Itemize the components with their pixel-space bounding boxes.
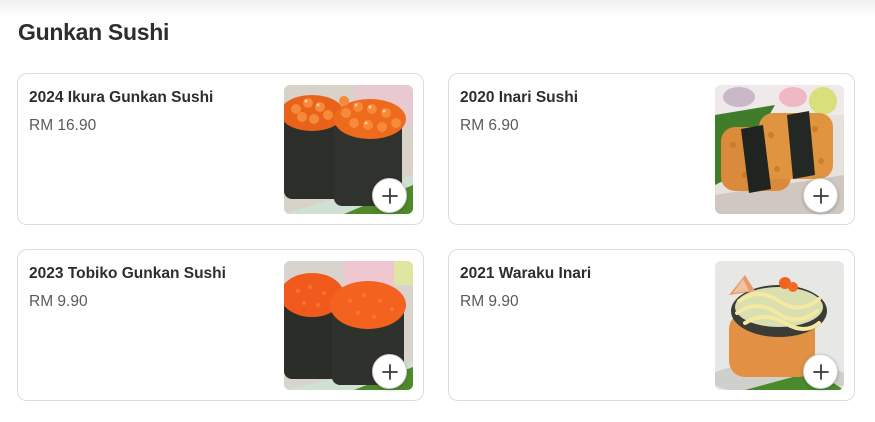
item-name: 2024 Ikura Gunkan Sushi — [29, 89, 214, 106]
plus-icon — [381, 363, 398, 380]
menu-item-card[interactable]: 2023 Tobiko Gunkan Sushi RM 9.90 — [17, 249, 424, 401]
add-to-cart-button[interactable] — [372, 178, 407, 213]
header-shadow — [0, 0, 875, 18]
item-name: 2020 Inari Sushi — [460, 89, 579, 106]
menu-item-card[interactable]: 2020 Inari Sushi RM 6.90 — [448, 73, 855, 225]
add-to-cart-button[interactable] — [803, 354, 838, 389]
item-price: RM 9.90 — [460, 293, 519, 310]
menu-item-card[interactable]: 2021 Waraku Inari RM 9.90 — [448, 249, 855, 401]
add-to-cart-button[interactable] — [372, 354, 407, 389]
item-name: 2023 Tobiko Gunkan Sushi — [29, 265, 226, 282]
add-to-cart-button[interactable] — [803, 178, 838, 213]
plus-icon — [812, 363, 829, 380]
item-name: 2021 Waraku Inari — [460, 265, 592, 282]
plus-icon — [381, 187, 398, 204]
item-price: RM 6.90 — [460, 117, 519, 134]
plus-icon — [812, 187, 829, 204]
item-price: RM 9.90 — [29, 293, 88, 310]
menu-item-card[interactable]: 2024 Ikura Gunkan Sushi RM 16.90 — [17, 73, 424, 225]
section-title: Gunkan Sushi — [18, 19, 170, 45]
item-price: RM 16.90 — [29, 117, 97, 134]
